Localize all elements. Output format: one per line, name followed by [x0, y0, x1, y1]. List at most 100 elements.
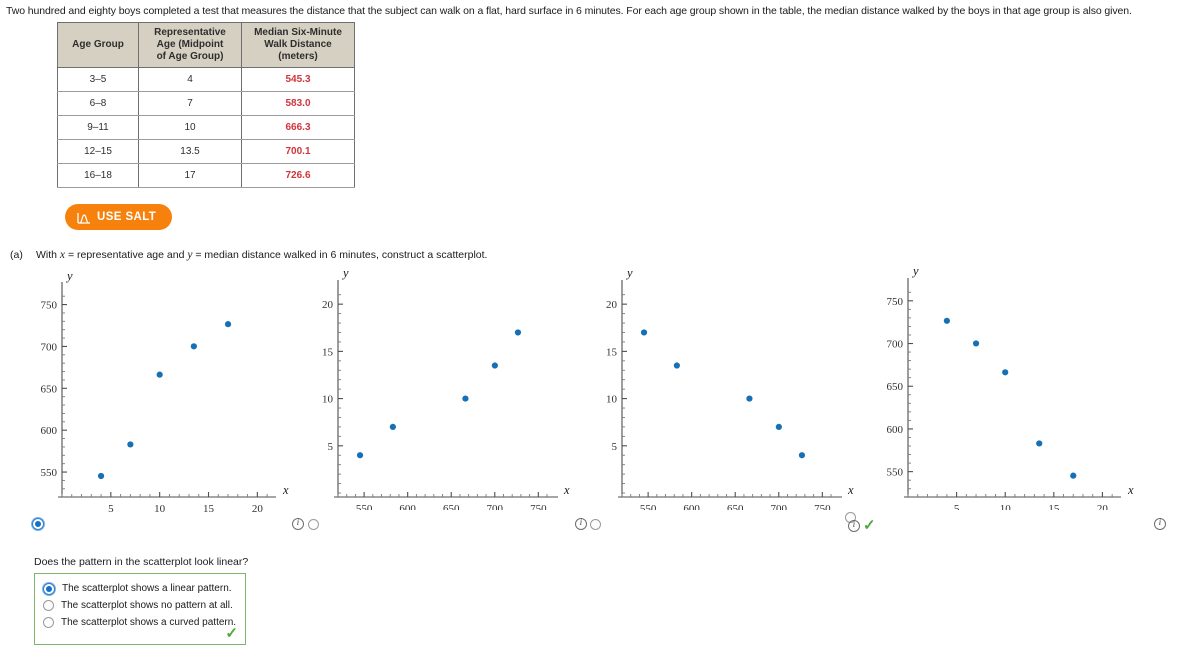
cell-age-group: 3–5: [57, 67, 139, 92]
data-point: [1036, 440, 1043, 447]
x-tick-label: 600: [683, 503, 700, 510]
plot-3-feedback: i ✓: [848, 518, 876, 533]
plot-2-info-icon[interactable]: i: [575, 518, 587, 530]
header-line: (meters): [278, 51, 318, 62]
answer-options-box: The scatterplot shows a linear pattern. …: [34, 573, 246, 645]
info-icon[interactable]: i: [292, 518, 304, 530]
table-row: 6–8 7 583.0: [57, 91, 355, 116]
table-row: 16–18 17 726.6: [57, 163, 355, 188]
cell-age-group: 16–18: [57, 163, 139, 188]
x-tick-label: 600: [399, 503, 416, 510]
header-line: Walk Distance: [264, 39, 332, 50]
table-row: 9–11 10 666.3: [57, 115, 355, 140]
plot-1-info-icon[interactable]: i: [292, 518, 304, 530]
axes-4: [904, 278, 1121, 498]
answer-option-3[interactable]: The scatterplot shows a curved pattern.: [43, 614, 237, 631]
cell-distance: 726.6: [241, 163, 355, 188]
info-icon[interactable]: i: [848, 519, 860, 532]
y-tick-label: 700: [41, 341, 58, 353]
header-line: Age (Midpoint: [156, 39, 224, 50]
data-point: [190, 343, 197, 350]
radio-unselected-indicator[interactable]: [308, 519, 319, 530]
radio-unselected-indicator[interactable]: [43, 617, 54, 628]
y-tick-label: 20: [322, 299, 334, 311]
table-header-median-distance: Median Six-Minute Walk Distance (meters): [241, 22, 355, 68]
x-axis-label-3: x: [847, 483, 854, 497]
data-point: [943, 317, 950, 324]
scatterplot-option-2[interactable]: 5 10 15 20 550 600 650 700 750 y x: [306, 260, 576, 510]
plot-1-radio[interactable]: [32, 518, 44, 530]
radio-unselected-indicator[interactable]: [43, 600, 54, 611]
data-points-4: [943, 317, 1077, 479]
y-axis-label-2: y: [341, 266, 349, 280]
y-axis-label-1: y: [65, 269, 73, 283]
cell-distance: 545.3: [241, 67, 355, 92]
y-ticks-3: 5 10 15 20: [606, 294, 627, 494]
radio-unselected-indicator[interactable]: [590, 519, 601, 530]
plot-2-radio[interactable]: [308, 519, 319, 530]
x-ticks-2: 550 600 650 700 750: [337, 492, 548, 510]
x-tick-label: 550: [356, 503, 373, 510]
cell-rep-age: 17: [138, 163, 242, 188]
correct-check-icon: ✓: [863, 517, 876, 534]
data-point: [640, 329, 648, 336]
x-tick-label: 700: [771, 503, 788, 510]
answer-option-1[interactable]: The scatterplot shows a linear pattern.: [43, 580, 237, 597]
plot-4-info-icon[interactable]: i: [1154, 518, 1166, 530]
x-tick-label: 750: [530, 503, 547, 510]
data-point: [798, 452, 806, 459]
plot-3-radio[interactable]: [590, 519, 601, 530]
header-line: of Age Group): [156, 51, 224, 62]
x-tick-label: 15: [203, 503, 215, 513]
data-point: [462, 395, 469, 402]
y-ticks-2: 5 10 15 20: [322, 294, 343, 494]
info-icon[interactable]: i: [1154, 518, 1166, 530]
cell-distance: 666.3: [241, 115, 355, 140]
x-tick-label: 15: [1048, 503, 1060, 510]
y-tick-label: 650: [41, 383, 58, 395]
answer-option-2[interactable]: The scatterplot shows no pattern at all.: [43, 597, 237, 614]
data-point: [491, 362, 498, 369]
answer-option-label: The scatterplot shows a linear pattern.: [62, 583, 232, 594]
use-salt-button[interactable]: USE SALT: [65, 204, 173, 230]
y-tick-label: 15: [322, 346, 334, 358]
y-tick-label: 5: [328, 441, 334, 453]
part-a-label: (a): [10, 249, 23, 261]
y-tick-label: 5: [612, 441, 618, 453]
header-line: Representative: [154, 27, 226, 38]
cell-distance: 700.1: [241, 139, 355, 164]
table-row: 3–5 4 545.3: [57, 67, 355, 92]
scatterplot-option-4[interactable]: 550 600 650 700 750 5 10 15 20 y x: [873, 258, 1143, 510]
table-row: 12–15 13.5 700.1: [57, 139, 355, 164]
data-point: [127, 441, 134, 448]
y-tick-label: 750: [41, 300, 58, 312]
x-tick-label: 650: [443, 503, 460, 510]
x-tick-label: 10: [154, 503, 166, 513]
radio-selected-indicator[interactable]: [43, 582, 55, 595]
data-point: [97, 472, 105, 480]
info-icon[interactable]: i: [575, 518, 587, 530]
y-tick-label: 700: [887, 339, 904, 351]
scatterplot-option-1[interactable]: 550 600 650 700 750 5 10 15 20 y x: [24, 268, 294, 513]
scatterplot-svg-3: 5 10 15 20 550 600 650 700 750 y x: [606, 266, 854, 510]
data-point: [356, 452, 364, 459]
cell-rep-age: 4: [138, 67, 242, 92]
radio-selected-indicator[interactable]: [32, 518, 44, 530]
scatterplot-option-3[interactable]: 5 10 15 20 550 600 650 700 750 y x: [590, 260, 860, 510]
data-point: [972, 340, 980, 347]
y-tick-label: 20: [606, 299, 618, 311]
table-header-representative-age: Representative Age (Midpoint of Age Grou…: [138, 22, 242, 68]
answer-option-label: The scatterplot shows no pattern at all.: [61, 600, 233, 611]
x-axis-label-4: x: [1127, 483, 1134, 497]
linearity-question: Does the pattern in the scatterplot look…: [34, 556, 249, 568]
x-tick-label: 5: [108, 503, 114, 513]
y-tick-label: 10: [606, 394, 618, 406]
y-tick-label: 550: [887, 467, 904, 479]
header-line: Age Group: [72, 39, 124, 50]
x-ticks-3: 550 600 650 700 750: [621, 492, 832, 510]
walk-distance-table: Age Group Representative Age (Midpoint o…: [57, 22, 355, 188]
data-point: [224, 321, 232, 328]
x-tick-label: 550: [640, 503, 657, 510]
table-header-age-group: Age Group: [57, 22, 139, 68]
data-points-3: [640, 329, 806, 459]
